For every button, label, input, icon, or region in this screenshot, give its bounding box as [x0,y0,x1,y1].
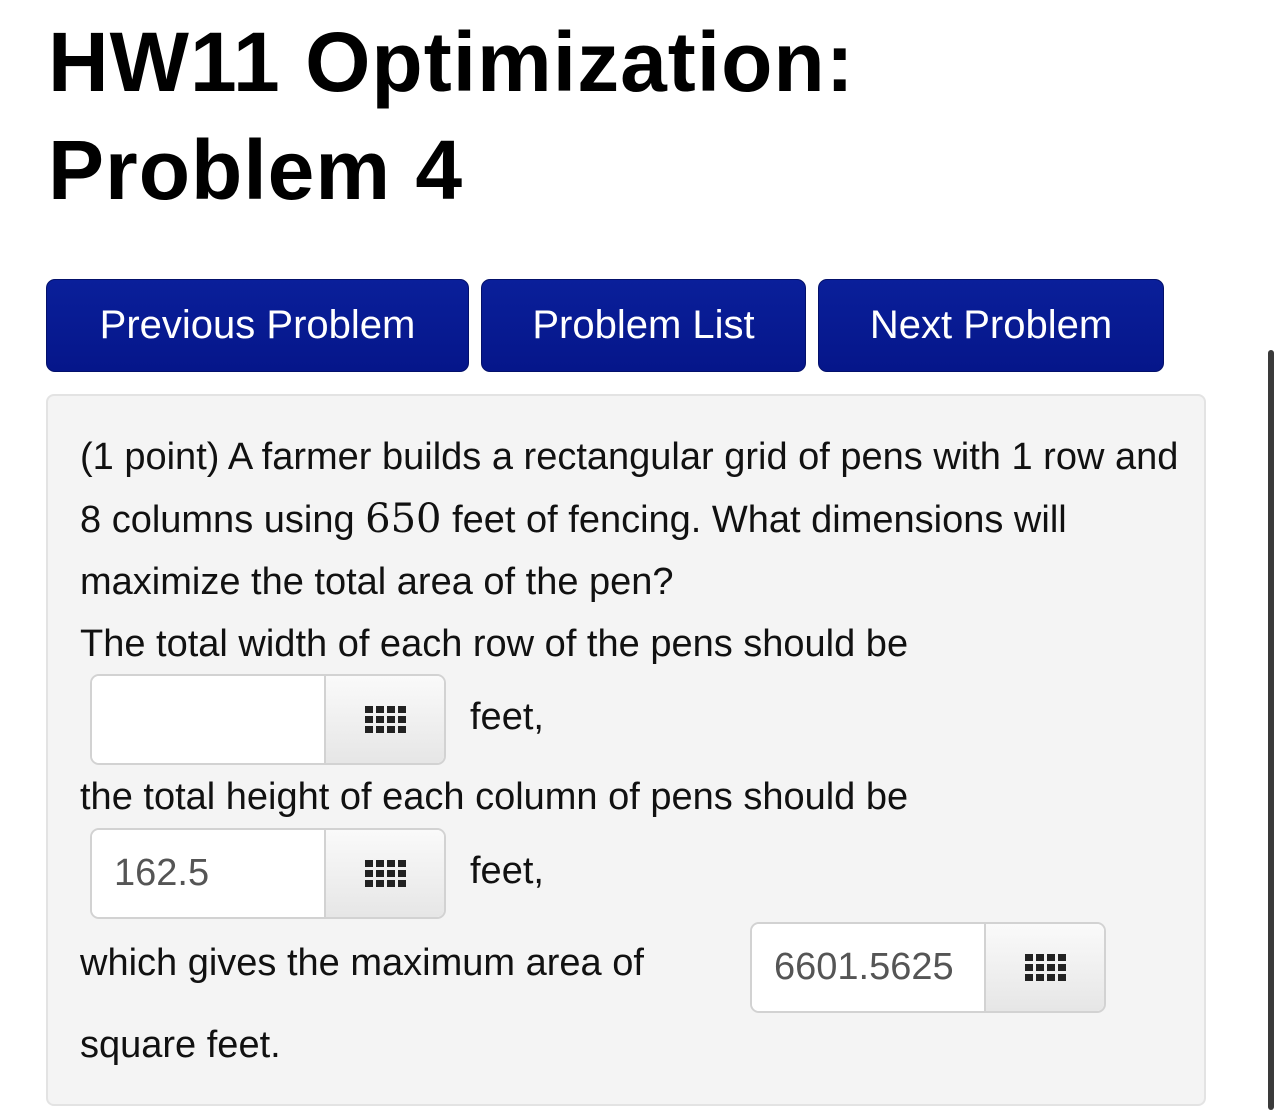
page-title: HW11 Optimization: Problem 4 [48,8,855,224]
next-problem-button[interactable]: Next Problem [818,279,1164,372]
scrollbar[interactable] [1268,350,1274,1110]
previous-problem-button[interactable]: Previous Problem [46,279,469,372]
width-keypad-button[interactable] [324,676,444,763]
width-unit: feet, [470,696,544,738]
height-answer-group [90,828,446,919]
height-prompt: the total height of each column of pens … [80,776,909,818]
problem-list-button[interactable]: Problem List [481,279,806,372]
area-unit: square feet. [80,1024,281,1066]
height-unit: feet, [470,850,544,892]
page-title-line-1: HW11 Optimization: [48,15,855,109]
page: HW11 Optimization: Problem 4 Previous Pr… [0,0,1284,1110]
width-answer-group [90,674,446,765]
height-keypad-button[interactable] [324,830,444,917]
width-answer-input[interactable] [92,676,324,763]
area-keypad-button[interactable] [984,924,1104,1011]
page-title-line-2: Problem 4 [48,123,464,217]
width-prompt: The total width of each row of the pens … [80,623,909,665]
area-answer-group [750,922,1106,1013]
problem-statement: (1 point) A farmer builds a rectangular … [80,426,1180,675]
problem-navigation: Previous Problem Problem List Next Probl… [46,279,1164,372]
fence-amount: 650 [365,496,442,542]
keypad-grid-icon [364,860,406,887]
area-answer-input[interactable] [752,924,984,1011]
area-prompt: which gives the maximum area of [80,942,644,984]
keypad-grid-icon [364,706,406,733]
height-answer-input[interactable] [92,830,324,917]
problem-panel: (1 point) A farmer builds a rectangular … [46,394,1206,1106]
keypad-grid-icon [1024,954,1066,981]
